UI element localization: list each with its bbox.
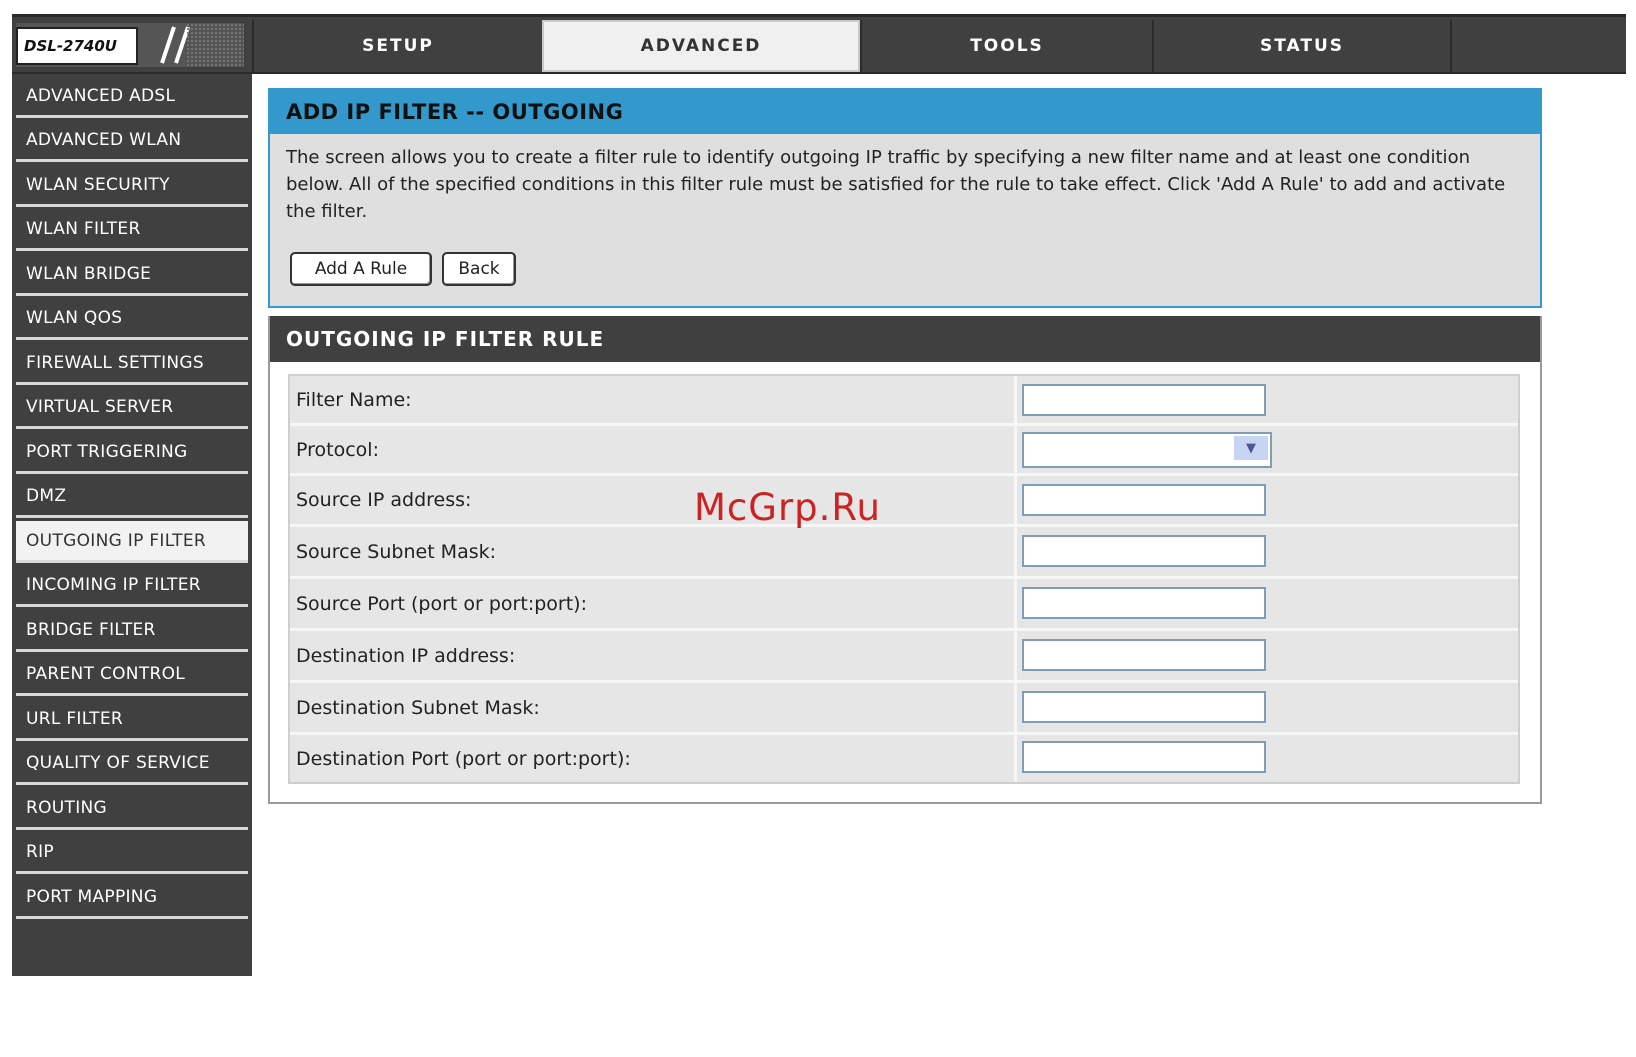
form-row: Source Subnet Mask: — [290, 527, 1518, 579]
sidebar-item-wlan-qos[interactable]: WLAN QOS — [16, 298, 248, 340]
sidebar-item-advanced-wlan[interactable]: ADVANCED WLAN — [16, 120, 248, 162]
rule-form: Filter Name: Protocol: ▼ Source IP addre… — [288, 374, 1520, 784]
sidebar-item-wlan-bridge[interactable]: WLAN BRIDGE — [16, 254, 248, 296]
sidebar-item-bridge-filter[interactable]: BRIDGE FILTER — [16, 610, 248, 652]
sidebar-item-incoming-ip-filter[interactable]: INCOMING IP FILTER — [16, 565, 248, 607]
sidebar-item-wlan-security[interactable]: WLAN SECURITY — [16, 165, 248, 207]
watermark: McGrp.Ru — [694, 486, 881, 529]
source-port-input[interactable] — [1022, 587, 1266, 619]
form-row: Filter Name: — [290, 376, 1518, 426]
filter-name-label: Filter Name: — [296, 388, 412, 411]
rule-section: OUTGOING IP FILTER RULE Filter Name: Pro… — [268, 316, 1542, 804]
column-divider — [1014, 426, 1017, 473]
source-subnet-mask-label: Source Subnet Mask: — [296, 540, 497, 563]
column-divider — [1014, 476, 1017, 524]
destination-port-input[interactable] — [1022, 741, 1266, 773]
form-row: Destination Subnet Mask: — [290, 683, 1518, 735]
sidebar-item-wlan-filter[interactable]: WLAN FILTER — [16, 209, 248, 251]
logo-pattern — [186, 23, 244, 67]
brand-logo: DSL-2740U — [16, 23, 244, 67]
sidebar-item-rip[interactable]: RIP — [16, 832, 248, 874]
intro-panel: ADD IP FILTER -- OUTGOING The screen all… — [268, 88, 1542, 308]
sidebar-item-virtual-server[interactable]: VIRTUAL SERVER — [16, 387, 248, 429]
column-divider — [1014, 735, 1017, 782]
protocol-select[interactable]: ▼ — [1022, 432, 1272, 468]
destination-ip-label: Destination IP address: — [296, 644, 516, 667]
destination-ip-input[interactable] — [1022, 639, 1266, 671]
chevron-down-icon[interactable]: ▼ — [1234, 436, 1268, 460]
tab-advanced[interactable]: ADVANCED — [542, 20, 860, 72]
form-row: Destination Port (port or port:port): — [290, 735, 1518, 782]
tab-tools[interactable]: TOOLS — [860, 20, 1152, 72]
column-divider — [1014, 683, 1017, 732]
sidebar-item-quality-of-service[interactable]: QUALITY OF SERVICE — [16, 743, 248, 785]
column-divider — [1014, 376, 1017, 423]
intro-title: ADD IP FILTER -- OUTGOING — [270, 90, 1540, 134]
destination-subnet-mask-input[interactable] — [1022, 691, 1266, 723]
sidebar-item-url-filter[interactable]: URL FILTER — [16, 699, 248, 741]
form-row: Source IP address: — [290, 476, 1518, 527]
protocol-label: Protocol: — [296, 438, 379, 461]
model-label: DSL-2740U — [16, 27, 138, 65]
sidebar: ADVANCED ADSL ADVANCED WLAN WLAN SECURIT… — [12, 74, 252, 976]
source-ip-label: Source IP address: — [296, 489, 472, 511]
top-navigation: DSL-2740U SETUP ADVANCED TOOLS STATUS — [12, 14, 1626, 74]
destination-subnet-mask-label: Destination Subnet Mask: — [296, 696, 540, 719]
form-row: Destination IP address: — [290, 631, 1518, 683]
form-row: Protocol: ▼ — [290, 426, 1518, 476]
sidebar-item-routing[interactable]: ROUTING — [16, 788, 248, 830]
column-divider — [1014, 579, 1017, 628]
destination-port-label: Destination Port (port or port:port): — [296, 747, 631, 770]
sidebar-item-parent-control[interactable]: PARENT CONTROL — [16, 654, 248, 696]
back-button[interactable]: Back — [442, 252, 516, 286]
sidebar-item-firewall-settings[interactable]: FIREWALL SETTINGS — [16, 343, 248, 385]
filter-name-input[interactable] — [1022, 384, 1266, 416]
sidebar-item-dmz[interactable]: DMZ — [16, 476, 248, 518]
sidebar-item-advanced-adsl[interactable]: ADVANCED ADSL — [16, 76, 248, 118]
add-rule-button[interactable]: Add A Rule — [290, 252, 432, 286]
sidebar-item-port-mapping[interactable]: PORT MAPPING — [16, 877, 248, 919]
form-row: Source Port (port or port:port): — [290, 579, 1518, 631]
source-ip-input[interactable] — [1022, 484, 1266, 516]
sidebar-item-port-triggering[interactable]: PORT TRIGGERING — [16, 432, 248, 474]
sidebar-item-outgoing-ip-filter[interactable]: OUTGOING IP FILTER — [16, 521, 248, 563]
column-divider — [1014, 631, 1017, 680]
tab-setup[interactable]: SETUP — [252, 20, 542, 72]
tab-blank — [1450, 20, 1626, 72]
source-port-label: Source Port (port or port:port): — [296, 592, 587, 615]
source-subnet-mask-input[interactable] — [1022, 535, 1266, 567]
intro-description: The screen allows you to create a filter… — [286, 147, 1506, 222]
column-divider — [1014, 527, 1017, 576]
rule-title: OUTGOING IP FILTER RULE — [270, 316, 1540, 362]
tab-status[interactable]: STATUS — [1152, 20, 1450, 72]
